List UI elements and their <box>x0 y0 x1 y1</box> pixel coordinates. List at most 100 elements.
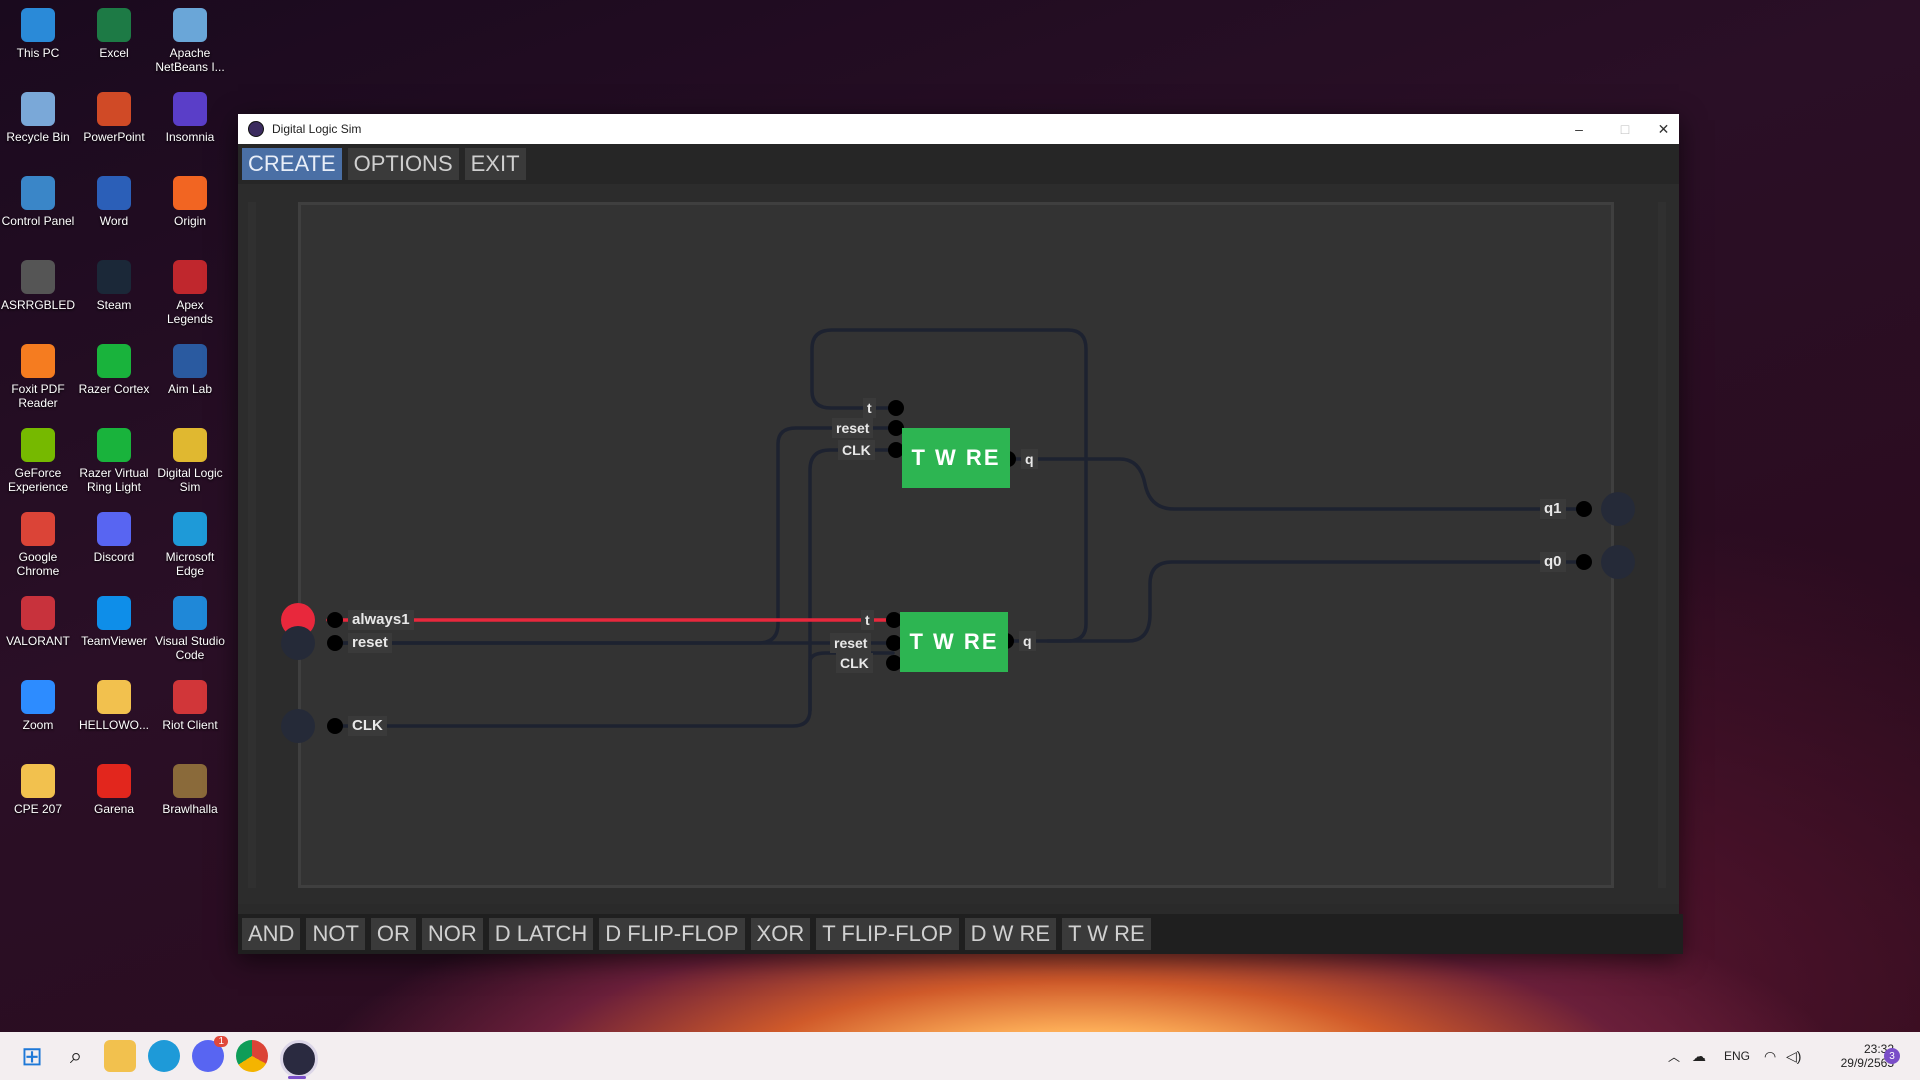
desktop-icon[interactable]: Word <box>76 174 152 228</box>
chip-button[interactable]: OR <box>370 918 416 950</box>
desktop-icon-label: Razer Cortex <box>78 382 150 396</box>
chip-button[interactable]: T FLIP-FLOP <box>816 918 959 950</box>
search-icon[interactable]: ⌕ <box>60 1040 92 1072</box>
razer-cortex-icon <box>97 344 131 378</box>
top-chip-clk-label: CLK <box>838 440 875 460</box>
desktop-icon-label: TeamViewer <box>81 634 147 648</box>
desktop-icon-label: Digital Logic Sim <box>157 466 223 494</box>
desktop-icon[interactable]: Recycle Bin <box>0 90 76 144</box>
desktop-icon-label: HELLOWO... <box>78 718 149 732</box>
clk-input-toggle[interactable] <box>281 709 315 743</box>
chrome-icon[interactable] <box>236 1040 268 1072</box>
wire-q0[interactable] <box>1006 560 1586 643</box>
digital-logic-sim-icon[interactable] <box>280 1040 318 1078</box>
chip-button[interactable]: D FLIP-FLOP <box>599 918 745 950</box>
desktop-icon-label: GeForce Experience <box>7 466 69 494</box>
volume-icon[interactable]: ◁) <box>1786 1032 1801 1080</box>
maximize-button[interactable]: □ <box>1602 114 1648 144</box>
desktop-icon-label: Apache NetBeans I... <box>155 46 225 74</box>
desktop-icon-label: Razer Virtual Ring Light <box>79 466 149 494</box>
exit-button[interactable]: EXIT <box>464 148 526 180</box>
folder-icon <box>97 680 131 714</box>
chip-button[interactable]: XOR <box>750 918 811 950</box>
create-button[interactable]: CREATE <box>242 148 342 180</box>
desktop-icon[interactable]: Riot Client <box>152 678 228 732</box>
clock[interactable]: 23:32 29/9/2565 <box>1818 1032 1894 1080</box>
desktop-icon[interactable]: Microsoft Edge <box>152 510 228 578</box>
window-title: Digital Logic Sim <box>272 122 362 136</box>
bottom-chip-q-label: q <box>1019 631 1036 651</box>
wire-q1[interactable] <box>1006 457 1586 511</box>
chip-button[interactable]: D LATCH <box>488 918 594 950</box>
reset-pin[interactable] <box>327 635 343 651</box>
desktop-icon-label: Word <box>99 214 129 228</box>
chip-button[interactable]: NOT <box>306 918 365 950</box>
q1-pin[interactable] <box>1576 501 1592 517</box>
desktop-icon[interactable]: Razer Virtual Ring Light <box>76 426 152 494</box>
wifi-icon[interactable]: ◠ <box>1764 1032 1776 1080</box>
discord-icon <box>97 512 131 546</box>
always1-pin[interactable] <box>327 612 343 628</box>
desktop-icon[interactable]: Origin <box>152 174 228 228</box>
options-button[interactable]: OPTIONS <box>347 148 459 180</box>
chip-button[interactable]: T W RE <box>1062 918 1151 950</box>
desktop-icon[interactable]: Aim Lab <box>152 342 228 396</box>
q0-output-indicator <box>1601 545 1635 579</box>
desktop-icon[interactable]: HELLOWO... <box>76 678 152 732</box>
desktop-icon[interactable]: Discord <box>76 510 152 564</box>
clk-label: CLK <box>348 716 387 736</box>
steam-icon <box>97 260 131 294</box>
edge-icon[interactable] <box>148 1040 180 1072</box>
desktop-icon-label: Origin <box>173 214 206 228</box>
desktop-icon[interactable]: Insomnia <box>152 90 228 144</box>
q1-output-indicator <box>1601 492 1635 526</box>
start-icon[interactable]: ⊞ <box>16 1040 48 1072</box>
garena-icon <box>97 764 131 798</box>
clk-pin[interactable] <box>327 718 343 734</box>
onedrive-icon[interactable]: ☁ <box>1692 1032 1706 1080</box>
discord-icon[interactable]: 1 <box>192 1036 228 1072</box>
top-t-w-re-chip[interactable]: T W RE <box>902 428 1010 488</box>
desktop-icon[interactable]: Zoom <box>0 678 76 732</box>
desktop-icon[interactable]: Digital Logic Sim <box>152 426 228 494</box>
bottom-t-w-re-chip[interactable]: T W RE <box>900 612 1008 672</box>
notification-center-button[interactable]: 3 <box>1884 1032 1900 1080</box>
chip-toolbar: AND NOT OR NOR D LATCH D FLIP-FLOP XOR T FLIP-F… <box>238 914 1683 954</box>
title-bar[interactable]: Digital Logic Sim – □ ✕ <box>238 114 1679 144</box>
desktop-icon[interactable]: Excel <box>76 6 152 60</box>
desktop-icon[interactable]: Control Panel <box>0 174 76 228</box>
desktop-icon[interactable]: This PC <box>0 6 76 60</box>
edge-icon <box>173 512 207 546</box>
desktop-icon[interactable]: Garena <box>76 762 152 816</box>
desktop-icon[interactable]: Razer Cortex <box>76 342 152 396</box>
desktop-icon-label: Visual Studio Code <box>155 634 225 662</box>
minimize-button[interactable]: – <box>1556 114 1602 144</box>
chip-button[interactable]: D W RE <box>964 918 1057 950</box>
desktop-icon[interactable]: Apache NetBeans I... <box>152 6 228 74</box>
desktop-icon-label: Excel <box>99 46 129 60</box>
language-indicator[interactable]: ENG <box>1724 1032 1750 1080</box>
desktop-icon[interactable]: Google Chrome <box>0 510 76 578</box>
reset-input-toggle[interactable] <box>281 626 315 660</box>
chip-button[interactable]: NOR <box>421 918 483 950</box>
chip-button[interactable]: AND <box>242 918 301 950</box>
desktop-icon[interactable]: Brawlhalla <box>152 762 228 816</box>
desktop-icon[interactable]: Foxit PDF Reader <box>0 342 76 410</box>
digital-logic-sim-window: Digital Logic Sim – □ ✕ CREATE OPTIONS E… <box>238 114 1683 954</box>
desktop-icon[interactable]: PowerPoint <box>76 90 152 144</box>
desktop-icon[interactable]: Apex Legends <box>152 258 228 326</box>
desktop-icon[interactable]: TeamViewer <box>76 594 152 648</box>
desktop-icon[interactable]: CPE 207 <box>0 762 76 816</box>
q0-pin[interactable] <box>1576 554 1592 570</box>
top-chip-t-pin[interactable] <box>888 400 904 416</box>
desktop-icon[interactable]: ASRRGBLED <box>0 258 76 312</box>
valorant-icon <box>21 596 55 630</box>
desktop-icon[interactable]: VALORANT <box>0 594 76 648</box>
zoom-icon <box>21 680 55 714</box>
desktop-icon[interactable]: Steam <box>76 258 152 312</box>
desktop-icon[interactable]: Visual Studio Code <box>152 594 228 662</box>
close-button[interactable]: ✕ <box>1648 114 1679 144</box>
tray-chevron-icon[interactable]: ︿ <box>1668 1032 1680 1080</box>
desktop-icon[interactable]: GeForce Experience <box>0 426 76 494</box>
file-explorer-icon[interactable] <box>104 1040 136 1072</box>
